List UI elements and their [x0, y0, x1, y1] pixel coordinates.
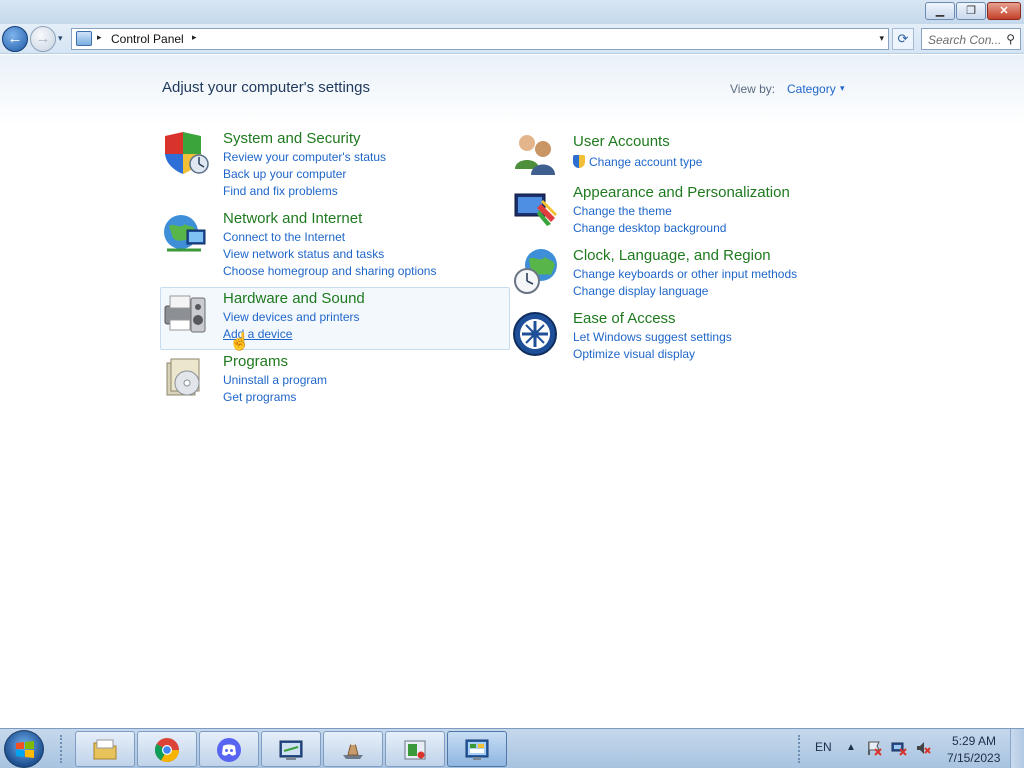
clock-date[interactable]: 7/15/2023	[947, 751, 1000, 765]
taskbar: EN ▲ 5:29 AM 7/15/2023	[0, 728, 1024, 768]
windows-logo-icon	[16, 741, 34, 758]
uac-shield-icon	[573, 155, 585, 168]
link-suggest-settings[interactable]: Let Windows suggest settings	[573, 330, 732, 344]
taskbar-display-settings[interactable]	[261, 731, 321, 767]
page-title: Adjust your computer's settings	[162, 79, 370, 96]
taskbar-chrome[interactable]	[137, 731, 197, 767]
tray-grip[interactable]	[798, 735, 802, 763]
display-settings-icon	[279, 740, 303, 760]
monitor-palette-icon[interactable]	[511, 184, 559, 232]
category-title[interactable]: Programs	[223, 353, 288, 370]
breadcrumb-control-panel[interactable]: Control Panel	[111, 32, 184, 46]
volume-muted-icon[interactable]	[915, 740, 931, 756]
taskbar-grip[interactable]	[60, 735, 64, 763]
category-title[interactable]: Ease of Access	[573, 310, 676, 327]
network-disconnected-icon[interactable]	[891, 740, 907, 756]
taskbar-discord[interactable]	[199, 731, 259, 767]
taskbar-control-panel[interactable]	[447, 731, 507, 767]
address-bar[interactable]: ▸ Control Panel ▸ ▾	[71, 28, 889, 50]
category-title[interactable]: Hardware and Sound	[223, 290, 365, 307]
breadcrumb-separator[interactable]: ▸	[192, 32, 197, 43]
link-change-keyboards[interactable]: Change keyboards or other input methods	[573, 267, 797, 281]
link-uninstall-program[interactable]: Uninstall a program	[223, 373, 327, 387]
close-button[interactable]: ✕	[987, 2, 1021, 20]
media-icon	[404, 740, 426, 760]
category-title[interactable]: Clock, Language, and Region	[573, 247, 771, 264]
breadcrumb-separator[interactable]: ▸	[97, 32, 102, 43]
start-button[interactable]	[4, 730, 44, 768]
network-globe-icon[interactable]	[161, 210, 209, 258]
shield-icon[interactable]	[161, 130, 209, 178]
link-homegroup-sharing[interactable]: Choose homegroup and sharing options	[223, 264, 436, 278]
view-by-dropdown[interactable]: Category	[787, 82, 836, 96]
link-find-fix-problems[interactable]: Find and fix problems	[223, 184, 338, 198]
chrome-icon	[154, 738, 179, 763]
taskbar-file-explorer[interactable]	[75, 731, 135, 767]
discord-icon	[217, 738, 241, 762]
globe-clock-icon[interactable]	[511, 247, 559, 295]
back-button[interactable]: ←	[2, 26, 28, 52]
control-panel-icon	[465, 739, 489, 760]
view-by-label: View by:	[730, 82, 776, 96]
maximize-button[interactable]: ❐	[956, 2, 986, 20]
chevron-down-icon[interactable]: ▾	[840, 83, 845, 94]
show-desktop-button[interactable]	[1010, 729, 1024, 768]
clock-time[interactable]: 5:29 AM	[952, 734, 996, 748]
link-devices-printers[interactable]: View devices and printers	[223, 310, 360, 324]
category-title[interactable]: Network and Internet	[223, 210, 362, 227]
link-network-status[interactable]: View network status and tasks	[223, 247, 384, 261]
ease-of-access-icon[interactable]	[511, 310, 559, 358]
recent-pages-dropdown[interactable]: ▾	[58, 33, 63, 44]
control-panel-content: Adjust your computer's settings View by:…	[0, 55, 1024, 728]
title-bar: ▁ ❐ ✕	[0, 0, 1024, 24]
taskbar-app[interactable]	[323, 731, 383, 767]
link-get-programs[interactable]: Get programs	[223, 390, 296, 404]
link-connect-internet[interactable]: Connect to the Internet	[223, 230, 345, 244]
link-review-status[interactable]: Review your computer's status	[223, 150, 386, 164]
link-change-theme[interactable]: Change the theme	[573, 204, 672, 218]
refresh-button[interactable]: ⟳	[892, 28, 914, 50]
hand-cursor-icon: ☝	[229, 332, 251, 351]
printer-speaker-icon[interactable]	[161, 290, 209, 338]
minimize-button[interactable]: ▁	[925, 2, 955, 20]
app-icon	[343, 741, 363, 759]
control-panel-icon	[76, 31, 92, 46]
forward-button[interactable]: →	[30, 26, 56, 52]
show-hidden-icons-button[interactable]: ▲	[846, 742, 856, 753]
search-icon[interactable]: ⚲	[1006, 32, 1015, 46]
link-change-account-type[interactable]: Change account type	[573, 155, 702, 169]
search-input[interactable]: Search Con... ⚲	[921, 28, 1021, 50]
programs-disc-icon[interactable]	[161, 353, 209, 401]
file-explorer-icon	[93, 739, 117, 760]
language-indicator[interactable]: EN	[815, 740, 832, 754]
link-change-desktop-background[interactable]: Change desktop background	[573, 221, 726, 235]
category-title[interactable]: Appearance and Personalization	[573, 184, 790, 201]
link-text[interactable]: Change account type	[589, 155, 702, 169]
category-title[interactable]: System and Security	[223, 130, 361, 147]
address-dropdown-button[interactable]: ▾	[879, 33, 884, 44]
users-icon[interactable]	[511, 129, 559, 177]
navigation-bar: ← → ▾ ▸ Control Panel ▸ ▾ ⟳ Search Con..…	[0, 24, 1024, 54]
search-placeholder: Search Con...	[928, 33, 1002, 47]
action-center-flag-icon[interactable]	[866, 740, 882, 756]
taskbar-media[interactable]	[385, 731, 445, 767]
category-title[interactable]: User Accounts	[573, 133, 670, 150]
link-back-up[interactable]: Back up your computer	[223, 167, 346, 181]
link-change-display-language[interactable]: Change display language	[573, 284, 708, 298]
link-optimize-visual-display[interactable]: Optimize visual display	[573, 347, 695, 361]
